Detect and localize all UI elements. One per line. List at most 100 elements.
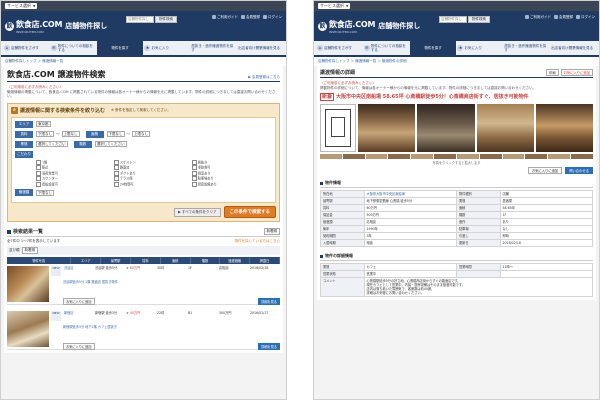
- nav-transfer[interactable]: 居抜き・造作譲渡物件を探す: [503, 41, 550, 55]
- wanted-link[interactable]: 物件を探している方はこちら: [235, 239, 280, 244]
- clear-conditions-button[interactable]: ▶ すべての条件をクリア: [174, 207, 221, 217]
- favorite-button[interactable]: お気に入りに追加: [560, 69, 593, 76]
- thumbnail[interactable]: [525, 154, 548, 159]
- thumbnail[interactable]: [365, 154, 388, 159]
- chat-icon: ✉: [50, 45, 57, 51]
- row-description[interactable]: 新宿駅徒歩3分 地下1階 カフェ居抜き: [63, 324, 280, 329]
- breadcrumb[interactable]: 店舗物件探しトップ ＞ 譲渡情報一覧: [1, 57, 286, 66]
- comment-row: コメント 心斎橋駅徒歩5分の好立地。心斎橋商店街からすぐの路面店です。 現在カフ…: [320, 277, 594, 297]
- thumbnail[interactable]: [456, 154, 479, 159]
- notice: 〈ご利用前に必ずお読みください〉 譲渡情報の掲載について、飲食店.COM に掲載…: [7, 85, 280, 99]
- results-sort-button[interactable]: 新着順: [263, 228, 280, 235]
- gallery-photo[interactable]: [535, 104, 593, 152]
- sort-select[interactable]: 新着順: [21, 247, 38, 254]
- info-key: 物件種別: [455, 190, 501, 198]
- register-link-right[interactable]: ▶ 会員登録はこちら: [248, 75, 280, 80]
- thumbnail[interactable]: [411, 154, 434, 159]
- nav-find-property[interactable]: ⌂ 店舗物件をさがす: [316, 41, 363, 55]
- comment-body: 心斎橋駅徒歩5分の好立地。心斎橋商店街からすぐの路面店です。 現在カフェとして営…: [363, 277, 594, 297]
- type-select[interactable]: 選択してください: [36, 141, 68, 147]
- view-detail-button[interactable]: 詳細を見る: [258, 298, 280, 305]
- nav-transfer[interactable]: 居抜き・造作譲渡物件を探す: [190, 41, 237, 55]
- thumbnail[interactable]: [342, 154, 365, 159]
- register-link[interactable]: 会員登録: [241, 15, 260, 20]
- property-photo[interactable]: [7, 311, 49, 347]
- guide-link[interactable]: ご利用ガイド: [212, 15, 238, 20]
- feature-checkbox[interactable]: 看板設置可: [36, 182, 114, 188]
- gallery-photo[interactable]: [476, 104, 534, 152]
- info-row: 入居時期 相談 更新日 2016/02/18: [320, 239, 593, 247]
- site-header: 飲 飲食店.COM INSHOKUTEN.COM 店舗物件探し 店舗物件探し 物…: [1, 11, 286, 41]
- search-panel: ⌕ 譲渡情報に関する検索条件を絞り込む ※ 条件を指定して検索してください。 エ…: [7, 102, 280, 222]
- info-key: 築年: [320, 225, 365, 233]
- rent-max-select[interactable]: 上限なし: [61, 131, 80, 137]
- nav-favorites[interactable]: ★ お気に入り: [456, 41, 503, 55]
- register-link[interactable]: 会員登録: [554, 15, 573, 20]
- header-search-input[interactable]: 店舗物件探し: [439, 16, 467, 23]
- filter-features: こだわり: [15, 150, 272, 158]
- contact-button[interactable]: 問い合わせる: [565, 167, 593, 174]
- feature-checkbox[interactable]: 24時間可: [114, 182, 192, 188]
- row-actions: お気に入りに追加 詳細を見る: [63, 343, 280, 350]
- header-search-input[interactable]: 店舗物件探し: [126, 16, 154, 23]
- nav-favorites[interactable]: ★ お気に入り: [143, 41, 190, 55]
- site-logo[interactable]: 飲 飲食店.COM INSHOKUTEN.COM 店舗物件探し: [318, 19, 420, 34]
- price-select[interactable]: 下限なし: [36, 189, 54, 196]
- login-link[interactable]: ログイン: [576, 15, 595, 20]
- size-min-select[interactable]: 下限なし: [106, 131, 125, 137]
- search-list-window: サービス選択 ▼ 飲 飲食店.COM INSHOKUTEN.COM 店舗物件探し …: [0, 0, 287, 400]
- guide-link[interactable]: ご利用ガイド: [525, 15, 551, 20]
- floor-select[interactable]: 選択してください: [94, 141, 127, 147]
- info-key: 契約期間: [320, 232, 365, 240]
- header-links: ご利用ガイド 会員登録 ログイン: [525, 15, 595, 20]
- size-max-select[interactable]: 上限なし: [132, 131, 150, 137]
- breadcrumb[interactable]: 店舗物件探しトップ ＞ 譲渡情報一覧 ＞ 譲渡物件の詳細: [314, 57, 599, 66]
- thumbnail[interactable]: [479, 154, 502, 159]
- property-photo[interactable]: [7, 266, 49, 302]
- add-favorite-button[interactable]: お気に入りに追加: [63, 298, 95, 305]
- filter-type: 業態 選択してください 階数 選択してください: [15, 140, 272, 148]
- nav-search[interactable]: 物件を探す: [409, 41, 457, 55]
- area-select[interactable]: 東京都: [36, 121, 51, 127]
- nav-opening-info[interactable]: 出店者向け開業情報を見る: [237, 41, 284, 55]
- detail-actions: お気に入りに追加 問い合わせる: [320, 167, 593, 174]
- feature-checkbox[interactable]: 厨房設備あり: [192, 182, 270, 188]
- rent-min-select[interactable]: 下限なし: [36, 131, 54, 137]
- service-selector[interactable]: サービス選択 ▼: [5, 3, 38, 9]
- login-link[interactable]: ログイン: [263, 15, 282, 20]
- gallery-photo[interactable]: [358, 104, 416, 152]
- logo-name: 飲食店.COM: [16, 19, 63, 29]
- gallery-photo[interactable]: [417, 104, 475, 152]
- info-value: 地下鉄御堂筋線 心斎橋 徒歩5分: [363, 197, 457, 205]
- add-favorite-button[interactable]: お気に入りに追加: [63, 343, 95, 350]
- thumbnail[interactable]: [388, 154, 411, 159]
- comment-label: コメント: [320, 277, 365, 297]
- header-search-button[interactable]: 物件検索: [155, 16, 177, 23]
- nav-consult[interactable]: ✉ 物件についての相談をする: [50, 41, 97, 55]
- nav-find-property[interactable]: ⌂ 店舗物件をさがす: [3, 41, 50, 55]
- nav-consult[interactable]: ✉ 物件についての相談をする: [363, 41, 410, 55]
- result-item: NEW 新宿区 新宿駅 徒歩3分 ★ 45万円 22坪 B1 300万円 201…: [7, 309, 280, 350]
- thumbnail[interactable]: [571, 154, 593, 159]
- row-description[interactable]: 渋谷駅徒歩5分 1階 路面店 居抜き物件: [63, 279, 280, 284]
- print-button[interactable]: 印刷: [546, 69, 559, 76]
- site-logo[interactable]: 飲 飲食店.COM INSHOKUTEN.COM 店舗物件探し: [5, 19, 107, 34]
- thumbnail[interactable]: [548, 154, 571, 159]
- nav-search[interactable]: 物件を探す: [96, 41, 144, 55]
- header-search-button[interactable]: 物件検索: [468, 16, 490, 23]
- thumbnail[interactable]: [502, 154, 525, 159]
- thumbnail[interactable]: [320, 154, 342, 159]
- search-submit-button[interactable]: この条件で検索する: [223, 206, 276, 218]
- floor-plan-image[interactable]: [320, 104, 356, 152]
- site-header: 飲 飲食店.COM INSHOKUTEN.COM 店舗物件探し 店舗物件探し 物…: [314, 11, 599, 41]
- thumbnail[interactable]: [434, 154, 456, 159]
- view-detail-button[interactable]: 詳細を見る: [258, 343, 280, 350]
- service-selector[interactable]: サービス選択 ▼: [318, 3, 351, 9]
- info-value[interactable]: 大阪府大阪市中央区南船場: [363, 190, 457, 198]
- nav-opening-info[interactable]: 出店者向け開業情報を見る: [550, 41, 597, 55]
- nav-label: 物件についての相談をする: [57, 44, 93, 52]
- add-favorite-button[interactable]: お気に入りに追加: [527, 167, 563, 174]
- register-icon: [554, 15, 558, 19]
- nav-label: お気に入り: [151, 46, 169, 50]
- header-search: 店舗物件探し 物件検索: [126, 16, 177, 23]
